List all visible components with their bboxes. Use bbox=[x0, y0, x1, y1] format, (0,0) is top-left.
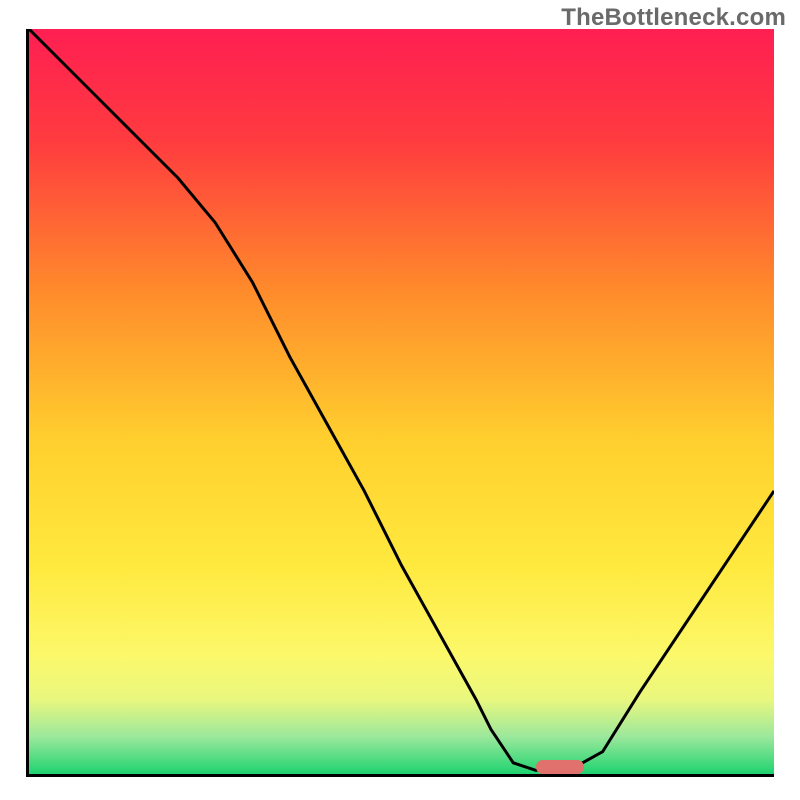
chart-plot-area bbox=[26, 29, 774, 777]
chart-curve bbox=[29, 29, 774, 774]
watermark-text: TheBottleneck.com bbox=[561, 4, 786, 32]
optimal-range-marker bbox=[536, 760, 584, 774]
